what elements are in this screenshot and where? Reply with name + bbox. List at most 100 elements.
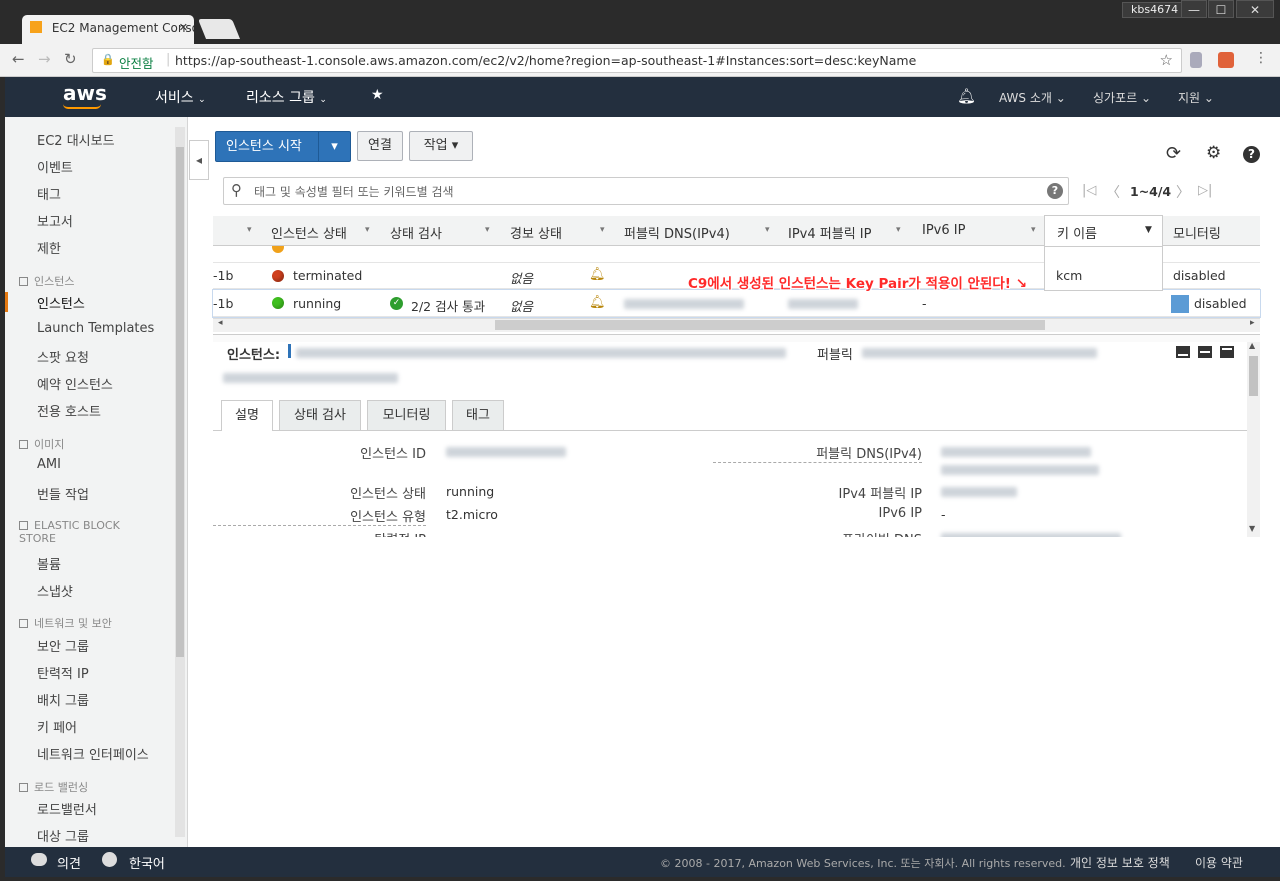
terms-link[interactable]: 이용 약관 [1195,854,1243,871]
field-public-dns-label[interactable]: 퍼블릭 DNS(IPv4) [713,443,922,463]
privacy-link[interactable]: 개인 정보 보호 정책 [1070,854,1170,871]
sidebar-item-key-pairs[interactable]: 키 페어 [37,717,77,736]
scroll-down-icon[interactable]: ▼ [1249,524,1255,533]
sidebar-item-ami[interactable]: AMI [37,457,61,472]
sort-caret-icon[interactable]: ▾ [485,225,490,235]
col-key-name[interactable]: 키 이름 [1057,223,1097,242]
last-page-icon[interactable]: ▷| [1198,183,1212,198]
sidebar-item-tags[interactable]: 태그 [37,184,61,203]
sort-caret-icon[interactable]: ▾ [600,225,605,235]
sidebar-item-bundle-tasks[interactable]: 번들 작업 [37,484,89,503]
services-menu[interactable]: 서비스 ⌄ [155,87,206,107]
sidebar-item-dedicated-hosts[interactable]: 전용 호스트 [37,401,101,420]
tab-close-icon[interactable]: ✕ [179,21,188,34]
sort-caret-icon[interactable]: ▾ [896,225,901,235]
sidebar-item-volumes[interactable]: 볼륨 [37,554,61,573]
sidebar-item-placement-groups[interactable]: 배치 그룹 [37,690,89,709]
sort-desc-caret-icon[interactable]: ▼ [1145,225,1152,235]
sidebar-section-load-balancing[interactable]: 로드 밸런싱 [19,779,88,795]
region-menu[interactable]: 싱가포르 ⌄ [1093,89,1151,106]
sidebar-section-network[interactable]: 네트워크 및 보안 [19,615,112,631]
sidebar-section-ebs[interactable]: ELASTIC BLOCK STORE [19,519,149,545]
feedback-link[interactable]: 의견 [57,853,81,872]
prev-page-icon[interactable]: 〈 [1106,182,1120,202]
filter-help-icon[interactable]: ? [1047,183,1063,199]
profile-name[interactable]: kbs4674 [1122,2,1188,18]
col-instance-state[interactable]: 인스턴스 상태 [271,223,347,242]
language-link[interactable]: 한국어 [129,853,165,872]
sidebar-item-security-groups[interactable]: 보안 그룹 [37,636,89,655]
alarm-bell-icon[interactable]: 🔔︎ [589,295,606,310]
extension-icon[interactable] [1190,52,1202,68]
sidebar-item-snapshots[interactable]: 스냅샷 [37,581,73,600]
sidebar-item-reserved-instances[interactable]: 예약 인스턴스 [37,374,113,393]
connect-button[interactable]: 연결 [357,131,403,161]
tab-tags[interactable]: 태그 [452,400,504,431]
menu-icon[interactable]: ⋮ [1254,50,1268,66]
sidebar-scrollbar-thumb[interactable] [176,147,184,657]
resource-groups-menu[interactable]: 리소스 그룹 ⌄ [246,87,327,107]
aws-logo[interactable]: aws [63,81,107,105]
col-public-dns[interactable]: 퍼블릭 DNS(IPv4) [624,223,730,242]
pin-icon[interactable]: ★ [371,87,384,103]
pane-splitter[interactable] [213,334,1260,342]
sort-caret-icon[interactable]: ▾ [365,225,370,235]
sidebar-item-events[interactable]: 이벤트 [37,157,73,176]
sidebar-item-reports[interactable]: 보고서 [37,211,73,230]
new-tab-button[interactable] [197,19,241,39]
first-page-icon[interactable]: |◁ [1082,183,1096,198]
maximize-icon[interactable]: ☐ [1208,0,1234,18]
refresh-icon[interactable]: ⟳ [1166,143,1181,164]
layout-top-icon[interactable] [1220,346,1234,358]
sort-caret-icon[interactable]: ▾ [1031,225,1036,235]
launch-instance-button[interactable]: 인스턴스 시작 ▾ [215,131,351,162]
sidebar-item-limits[interactable]: 제한 [37,238,61,257]
sidebar-item-network-interfaces[interactable]: 네트워크 인터페이스 [37,744,149,763]
scroll-left-icon[interactable]: ◂ [218,318,223,328]
tab-description[interactable]: 설명 [221,400,273,431]
search-filter-input[interactable]: ⚲ 태그 및 속성별 필터 또는 키워드별 검색 ? [223,177,1069,205]
chevron-down-icon[interactable]: ▾ [318,132,350,161]
help-icon[interactable]: ? [1243,146,1260,163]
sidebar-section-images[interactable]: 이미지 [19,436,64,452]
extension2-icon[interactable] [1218,52,1234,68]
layout-bottom-icon[interactable] [1176,346,1190,358]
sort-caret-icon[interactable]: ▾ [247,225,252,235]
scroll-up-icon[interactable]: ▲ [1249,341,1255,350]
layout-split-icon[interactable] [1198,346,1212,358]
col-monitoring[interactable]: 모니터링 [1173,223,1221,242]
browser-tab[interactable]: EC2 Management Conso ✕ [22,15,194,44]
next-page-icon[interactable]: 〉 [1176,182,1190,202]
reload-icon[interactable]: ↻ [64,50,77,68]
sidebar-item-launch-templates[interactable]: Launch Templates [37,321,154,336]
col-alarm-status[interactable]: 경보 상태 [510,223,562,242]
forward-icon[interactable]: → [38,50,51,68]
sort-caret-icon[interactable]: ▾ [765,225,770,235]
col-ipv6[interactable]: IPv6 IP [922,223,965,238]
tab-status-checks[interactable]: 상태 검사 [279,400,361,431]
scroll-right-icon[interactable]: ▸ [1250,318,1255,328]
actions-button[interactable]: 작업 ▾ [409,131,473,161]
back-icon[interactable]: ← [12,50,25,68]
tab-monitoring[interactable]: 모니터링 [367,400,446,431]
sidebar-item-elastic-ip[interactable]: 탄력적 IP [37,663,89,682]
url-field[interactable]: 🔒 안전함 | https://ap-southeast-1.console.a… [92,48,1182,73]
gear-icon[interactable]: ⚙ [1206,143,1221,163]
bell-icon[interactable]: 🔔︎ [957,87,976,105]
field-instance-type-label[interactable]: 인스턴스 유형 [213,506,426,526]
sidebar-item-instances[interactable]: 인스턴스 [37,293,85,312]
alarm-bell-icon[interactable]: 🔔︎ [589,267,606,282]
sidebar-section-instances[interactable]: 인스턴스 [19,273,74,289]
about-aws-menu[interactable]: AWS 소개 ⌄ [999,89,1066,106]
col-public-ip[interactable]: IPv4 퍼블릭 IP [788,223,871,242]
minimize-icon[interactable]: — [1181,0,1207,18]
collapse-sidebar-button[interactable]: ◂ [189,140,209,180]
sidebar-item-load-balancers[interactable]: 로드밸런서 [37,799,97,818]
sidebar-item-dashboard[interactable]: EC2 대시보드 [37,130,115,149]
sidebar-item-spot-requests[interactable]: 스팟 요청 [37,347,89,366]
table-row-selected[interactable]: -1b running ✓ 2/2 검사 통과 없음 🔔︎ - disabled [212,289,1261,318]
col-status-check[interactable]: 상태 검사 [390,223,442,242]
sidebar-item-target-groups[interactable]: 대상 그룹 [37,826,89,845]
table-horizontal-scrollbar-thumb[interactable] [495,320,1045,330]
bookmark-star-icon[interactable]: ☆ [1160,51,1173,69]
